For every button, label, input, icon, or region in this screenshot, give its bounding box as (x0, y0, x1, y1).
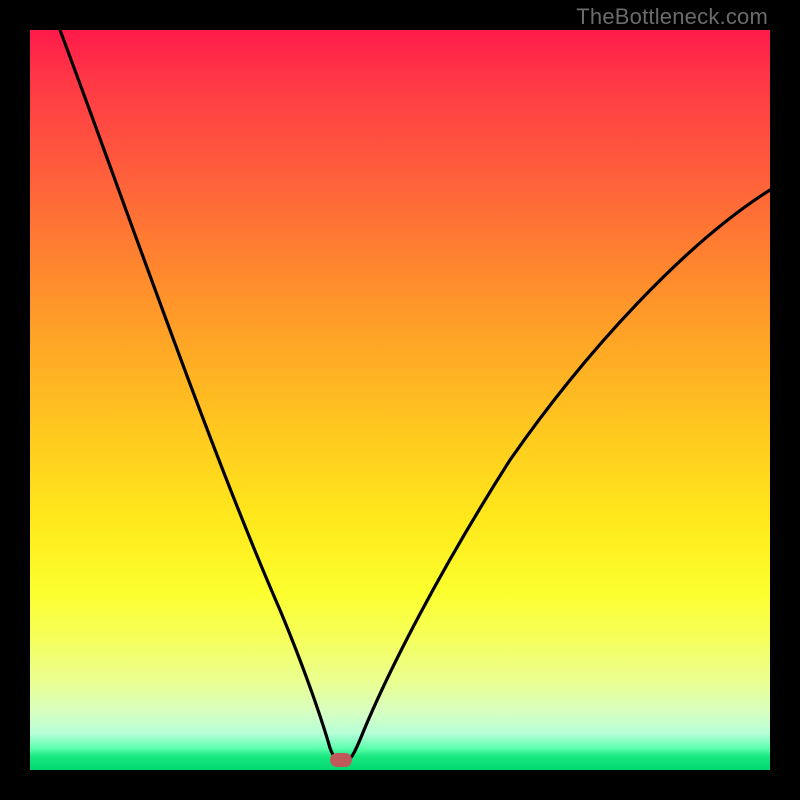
watermark-text: TheBottleneck.com (576, 4, 768, 30)
minimum-marker (330, 753, 352, 767)
chart-frame: TheBottleneck.com (0, 0, 800, 800)
plot-area (30, 30, 770, 770)
bottleneck-curve (60, 30, 770, 760)
curve-layer (30, 30, 770, 770)
